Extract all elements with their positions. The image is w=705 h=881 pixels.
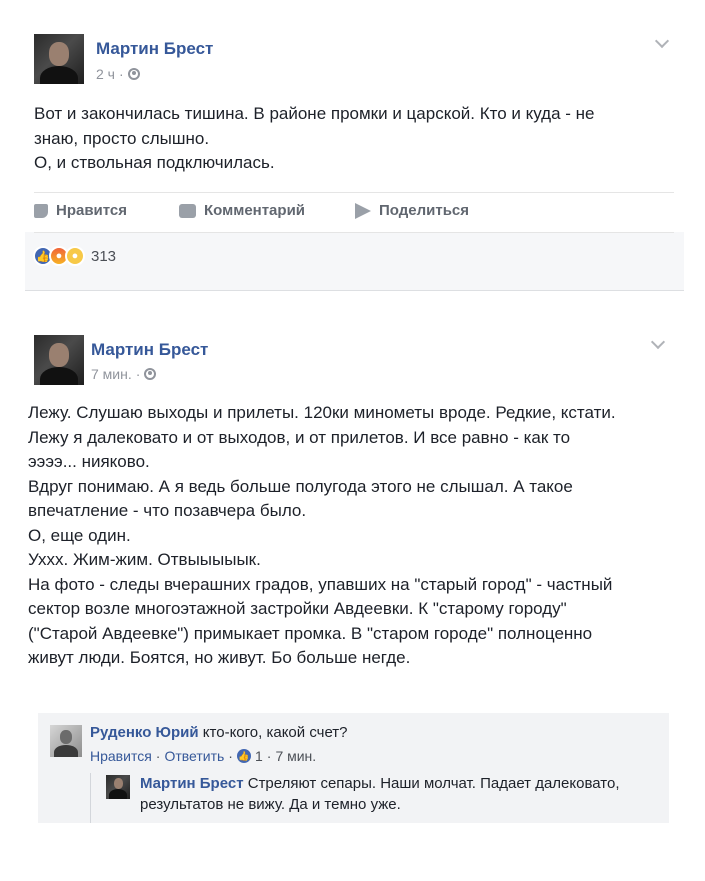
share-label: Поделиться: [379, 202, 470, 219]
avatar-face: [49, 343, 69, 367]
sad-icon: ●: [65, 246, 85, 266]
author-avatar[interactable]: [34, 34, 84, 84]
like-button[interactable]: Нравится: [34, 202, 127, 219]
comment-icon: [179, 203, 196, 218]
comment-button[interactable]: Комментарий: [179, 202, 305, 219]
author-avatar[interactable]: [34, 335, 84, 385]
separator: ·: [155, 748, 161, 764]
share-button[interactable]: Поделиться: [355, 202, 469, 219]
avatar-body: [109, 789, 127, 799]
avatar-face: [60, 730, 72, 744]
comment-like-link[interactable]: Нравится: [90, 748, 152, 764]
separator: ·: [266, 748, 272, 764]
comment-label: Комментарий: [204, 202, 306, 219]
reply-text-line1: Стреляют сепары. Наши молчат. Падает дал…: [247, 775, 620, 792]
separator: ·: [228, 748, 233, 764]
comment-text: кто-кого, какой счет?: [202, 724, 348, 741]
post-meta: 7 мин. ·: [91, 366, 157, 382]
reply-text-line2: результатов не вижу. Да и темно уже.: [140, 796, 401, 813]
meta-separator: ·: [118, 66, 124, 82]
divider: [34, 232, 674, 233]
reactions-summary[interactable]: 👍 ● ● 313: [33, 246, 116, 266]
post-timestamp[interactable]: 7 мин.: [91, 366, 132, 382]
post-meta: 2 ч ·: [96, 66, 140, 82]
avatar-body: [40, 367, 78, 385]
post-author-name[interactable]: Мартин Брест: [91, 340, 208, 360]
post-author-name[interactable]: Мартин Брест: [96, 39, 213, 59]
post-text: Лежу. Слушаю выходы и прилеты. 120ки мин…: [28, 403, 616, 667]
reply-avatar[interactable]: [106, 775, 130, 799]
avatar-body: [54, 745, 78, 757]
thumbs-up-icon: [34, 203, 48, 218]
like-label: Нравится: [56, 202, 128, 219]
comment-like-count[interactable]: 1: [255, 748, 263, 764]
post-card: Мартин Брест 7 мин. · Лежу. Слушаю выход…: [25, 322, 684, 842]
reply-thread-line: [90, 773, 91, 823]
reply-body: Мартин Брест Стреляют сепары. Наши молча…: [140, 773, 660, 815]
comment-author[interactable]: Руденко Юрий: [90, 724, 199, 741]
chevron-down-icon[interactable]: [650, 334, 666, 350]
share-icon: [355, 202, 371, 219]
reactions-count: 313: [91, 247, 117, 265]
meta-separator: ·: [135, 366, 141, 382]
globe-icon: [144, 368, 157, 380]
comment-actions: Нравится · Ответить · 👍 1 · 7 мин.: [90, 748, 316, 764]
divider: [34, 192, 674, 193]
comment-timestamp[interactable]: 7 мин.: [275, 748, 316, 764]
avatar-face: [114, 778, 123, 789]
post-card: Мартин Брест 2 ч · Вот и закончилась тиш…: [25, 22, 684, 290]
comments-section: Руденко Юрий кто-кого, какой счет? Нрави…: [38, 713, 669, 823]
like-icon: 👍: [236, 749, 251, 763]
chevron-down-icon[interactable]: [654, 33, 670, 49]
comment-reply-link[interactable]: Ответить: [164, 748, 224, 764]
globe-icon: [127, 68, 140, 80]
post-timestamp[interactable]: 2 ч: [96, 66, 115, 82]
avatar-body: [40, 66, 78, 84]
avatar-face: [49, 42, 69, 66]
commenter-avatar[interactable]: [50, 725, 82, 757]
post-text: Вот и закончилась тишина. В районе промк…: [34, 104, 595, 172]
reply-author[interactable]: Мартин Брест: [140, 775, 244, 792]
comment-body: Руденко Юрий кто-кого, какой счет?: [90, 722, 348, 743]
